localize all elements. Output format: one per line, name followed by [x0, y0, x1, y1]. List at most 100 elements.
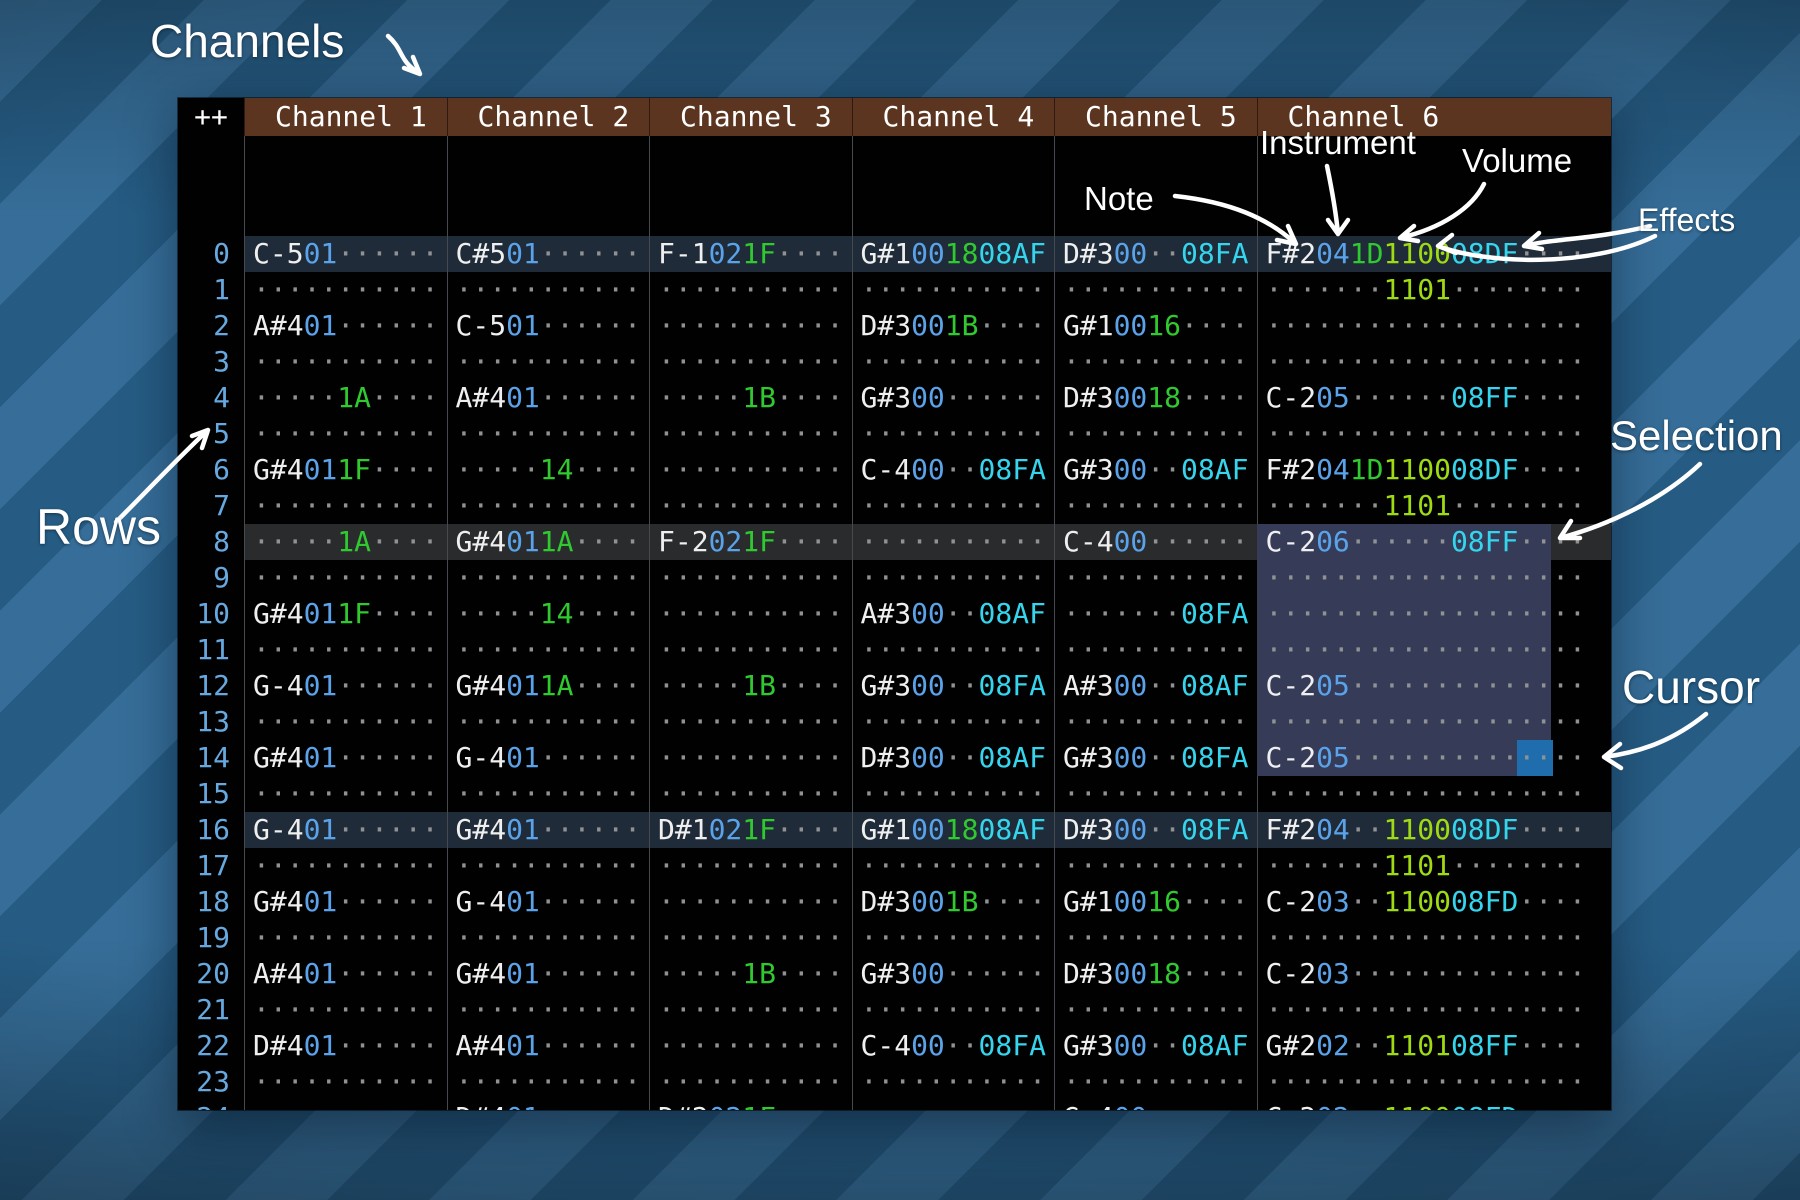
pattern-cell[interactable]: ···················	[1257, 1064, 1594, 1100]
pattern-cell[interactable]: G#4011A····	[447, 668, 650, 704]
pattern-cell[interactable]: ···················	[1257, 776, 1594, 812]
pattern-cell[interactable]: ···········	[244, 416, 447, 452]
pattern-cell[interactable]: ···········	[447, 848, 650, 884]
pattern-editor[interactable]: 0C-501······C#501······F-1021F····G#1001…	[178, 136, 1611, 1110]
pattern-cell[interactable]: ···················	[1257, 704, 1594, 740]
pattern-cell[interactable]: ···········	[649, 488, 852, 524]
pattern-cell[interactable]: G#401······	[244, 884, 447, 920]
pattern-cell[interactable]: ···········	[1054, 416, 1257, 452]
pattern-cell[interactable]: ···········	[1054, 992, 1257, 1028]
pattern-cell[interactable]: ···········	[649, 992, 852, 1028]
pattern-cell[interactable]: D#2021F····	[649, 1100, 852, 1110]
pattern-cell[interactable]: C#501······	[447, 236, 650, 272]
pattern-cell[interactable]: ···········	[649, 416, 852, 452]
pattern-cell[interactable]: C-501······	[447, 308, 650, 344]
pattern-cell[interactable]: F#2041D110008DF····	[1257, 236, 1594, 272]
pattern-cell[interactable]: ···········	[852, 632, 1055, 668]
pattern-cell[interactable]: C-205··············	[1257, 668, 1594, 704]
channel-header-3[interactable]: Channel 3	[649, 98, 852, 136]
pattern-cell[interactable]: ···········	[447, 416, 650, 452]
pattern-cell[interactable]: ···········	[649, 632, 852, 668]
pattern-cell[interactable]: G#401······	[244, 740, 447, 776]
pattern-cell[interactable]: ···········	[447, 704, 650, 740]
channel-header-5[interactable]: Channel 5	[1054, 98, 1257, 136]
pattern-cell[interactable]: ···········	[447, 632, 650, 668]
pattern-cell[interactable]: ···········	[649, 1064, 852, 1100]
pattern-cell[interactable]: ···················	[1257, 416, 1594, 452]
pattern-cell[interactable]: D#30018····	[1054, 380, 1257, 416]
pattern-cell[interactable]: C-501······	[244, 236, 447, 272]
pattern-cell[interactable]: C-205··············	[1257, 740, 1594, 776]
pattern-cell[interactable]: D#401······	[244, 1028, 447, 1064]
pattern-cell[interactable]: ···········	[1054, 776, 1257, 812]
pattern-cell[interactable]: ···········	[447, 920, 650, 956]
pattern-cell[interactable]: ···········	[1054, 1064, 1257, 1100]
pattern-cell[interactable]: C-400······	[1054, 524, 1257, 560]
pattern-cell[interactable]: ···········	[649, 1028, 852, 1064]
pattern-cell[interactable]: C-302··110008FD····	[1257, 1100, 1594, 1110]
pattern-cell[interactable]: ·····14····	[447, 452, 650, 488]
pattern-cell[interactable]: ···················	[1257, 344, 1594, 380]
pattern-cell[interactable]: ···········	[649, 920, 852, 956]
pattern-cell[interactable]: ···········	[1054, 632, 1257, 668]
pattern-cell[interactable]: G#300······	[852, 956, 1055, 992]
pattern-cell[interactable]: C-203··············	[1257, 956, 1594, 992]
channel-header-2[interactable]: Channel 2	[447, 98, 650, 136]
pattern-cell[interactable]: ···········	[244, 1064, 447, 1100]
pattern-cell[interactable]: ···········	[447, 992, 650, 1028]
pattern-corner-button[interactable]: ++	[178, 98, 244, 136]
pattern-cell[interactable]: ···········	[649, 596, 852, 632]
pattern-cell[interactable]: A#401······	[244, 956, 447, 992]
pattern-cell[interactable]: ···········	[649, 884, 852, 920]
pattern-cell[interactable]: G#4011F····	[244, 452, 447, 488]
pattern-cell[interactable]: ···········	[852, 344, 1055, 380]
pattern-cell[interactable]: G#300··08FA	[1054, 740, 1257, 776]
pattern-cell[interactable]: ···················	[1257, 920, 1594, 956]
pattern-cell[interactable]: D#300··08AF	[852, 740, 1055, 776]
pattern-cell[interactable]: G#300··08FA	[852, 668, 1055, 704]
pattern-cell[interactable]: ···········	[244, 704, 447, 740]
pattern-cell[interactable]: D#300··08FA	[1054, 812, 1257, 848]
pattern-cell[interactable]: D#1021F····	[649, 812, 852, 848]
pattern-cell[interactable]: F#2041D110008DF····	[1257, 452, 1594, 488]
pattern-cell[interactable]: ···········	[447, 560, 650, 596]
pattern-cell[interactable]: F-1021F····	[649, 236, 852, 272]
pattern-cell[interactable]: ···················	[1257, 560, 1594, 596]
pattern-cell[interactable]: C-206······08FF····	[1257, 524, 1594, 560]
pattern-cell[interactable]: ·····1B····	[649, 956, 852, 992]
pattern-cell[interactable]: C-205······08FF····	[1257, 380, 1594, 416]
pattern-cell[interactable]: G-401······	[447, 884, 650, 920]
pattern-cell[interactable]: F-2021F····	[649, 524, 852, 560]
pattern-cell[interactable]: ···········	[1054, 848, 1257, 884]
pattern-cell[interactable]: ···········	[852, 776, 1055, 812]
pattern-cell[interactable]: ···················	[1257, 308, 1594, 344]
pattern-cell[interactable]: G#4011A····	[447, 524, 650, 560]
pattern-cell[interactable]: ···········	[649, 776, 852, 812]
pattern-cell[interactable]: ···········	[852, 560, 1055, 596]
pattern-cell[interactable]: ···········	[852, 416, 1055, 452]
pattern-cell[interactable]: G-401······	[244, 812, 447, 848]
pattern-cell[interactable]: ···········	[649, 848, 852, 884]
pattern-cell[interactable]: ···········	[649, 308, 852, 344]
pattern-cell[interactable]: A#401······	[447, 380, 650, 416]
pattern-cell[interactable]: ···········	[244, 488, 447, 524]
pattern-cell[interactable]: ···········	[244, 992, 447, 1028]
pattern-cell[interactable]: ···········	[447, 488, 650, 524]
pattern-cell[interactable]: ·····1A····	[244, 524, 447, 560]
pattern-cell[interactable]: ···········	[649, 272, 852, 308]
pattern-cell[interactable]: ···················	[1257, 992, 1594, 1028]
pattern-cell[interactable]: ···········	[244, 776, 447, 812]
pattern-cell[interactable]: ·······1101········	[1257, 848, 1594, 884]
pattern-cell[interactable]: ···········	[447, 344, 650, 380]
pattern-cell[interactable]: ···········	[852, 524, 1055, 560]
pattern-cell[interactable]: D#3001B····	[852, 308, 1055, 344]
pattern-cell[interactable]: ···········	[244, 848, 447, 884]
channel-header-4[interactable]: Channel 4	[852, 98, 1055, 136]
pattern-cell[interactable]: A#300··08AF	[1054, 668, 1257, 704]
pattern-cell[interactable]: G#1001808AF	[852, 236, 1055, 272]
pattern-cell[interactable]: ···········	[244, 1100, 447, 1110]
pattern-cell[interactable]: ···········	[244, 632, 447, 668]
pattern-cell[interactable]: ···········	[649, 560, 852, 596]
pattern-cell[interactable]: ···········	[1054, 344, 1257, 380]
pattern-cell[interactable]: ···········	[852, 1100, 1055, 1110]
